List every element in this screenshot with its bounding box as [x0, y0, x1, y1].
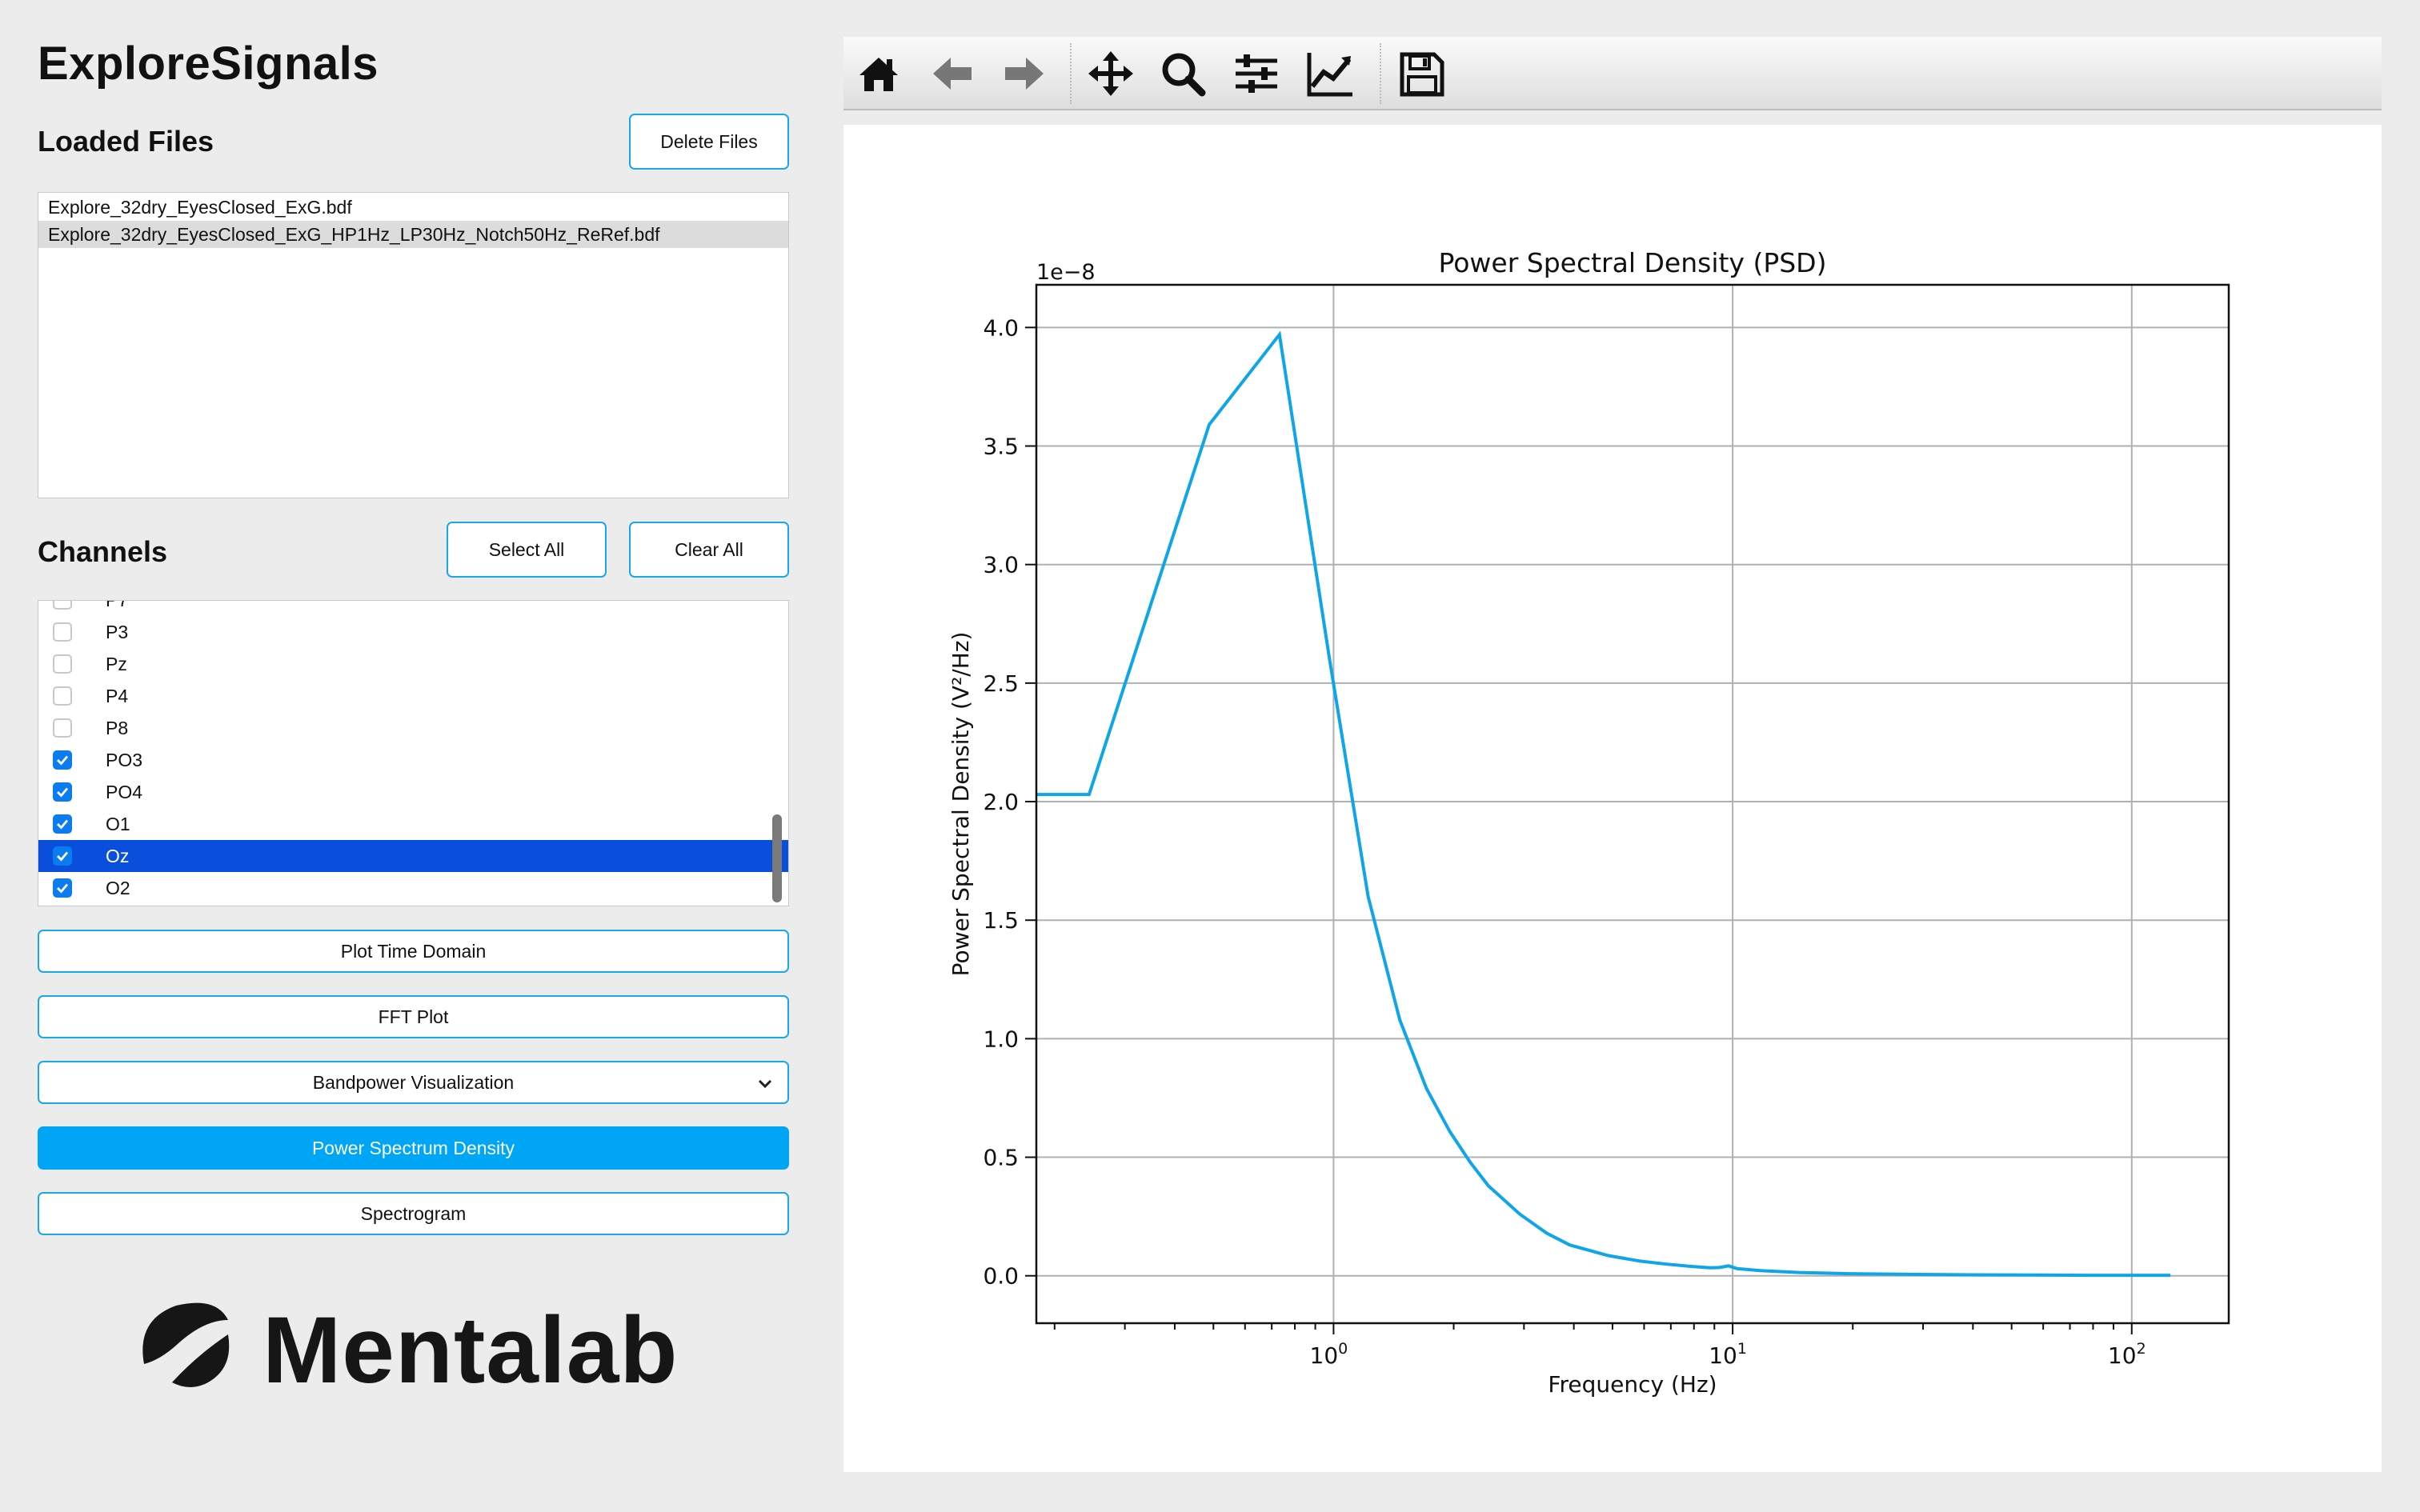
x-tick-exponent: 1	[1737, 1340, 1747, 1358]
pan-icon[interactable]	[1085, 48, 1136, 99]
x-axis-label: Frequency (Hz)	[1548, 1371, 1717, 1398]
forward-icon[interactable]	[999, 48, 1050, 99]
delete-files-button[interactable]: Delete Files	[629, 114, 789, 170]
app-title: ExploreSignals	[38, 38, 379, 90]
y-tick-label: 3.0	[983, 552, 1019, 578]
x-tick-exponent: 2	[2137, 1340, 2146, 1358]
checkbox-unchecked[interactable]	[53, 601, 72, 610]
channel-label: O2	[106, 877, 130, 898]
channel-list-scrollbar[interactable]	[772, 814, 782, 902]
file-list-item[interactable]: Explore_32dry_EyesClosed_ExG.bdf	[38, 194, 788, 221]
y-tick-label: 4.0	[983, 314, 1019, 341]
x-tick-label: 100	[1310, 1340, 1348, 1369]
channel-label: P7	[106, 601, 128, 611]
fft-plot-button[interactable]: FFT Plot	[38, 995, 789, 1038]
file-list-item[interactable]: Explore_32dry_EyesClosed_ExG_HP1Hz_LP30H…	[38, 221, 788, 248]
mentalab-logo-text: Mentalab	[262, 1298, 679, 1403]
channel-item[interactable]: PO3	[38, 744, 788, 776]
channel-item[interactable]: P4	[38, 680, 788, 712]
psd-series-line	[1036, 330, 2171, 1278]
psd-chart: Power Spectral Density (PSD) 1e−8 Freque…	[948, 247, 2230, 1398]
plot-time-domain-button[interactable]: Plot Time Domain	[38, 930, 789, 973]
checkbox-checked[interactable]	[53, 878, 72, 898]
y-tick-label: 2.5	[983, 670, 1019, 697]
checkbox-checked[interactable]	[53, 814, 72, 834]
file-list[interactable]: Explore_32dry_EyesClosed_ExG.bdf Explore_…	[38, 192, 789, 498]
edit-axis-icon[interactable]	[1304, 48, 1356, 99]
checkbox-unchecked[interactable]	[53, 686, 72, 706]
spectrogram-button[interactable]: Spectrogram	[38, 1192, 789, 1235]
configure-subplots-icon[interactable]	[1231, 48, 1282, 99]
zoom-icon[interactable]	[1157, 48, 1208, 99]
channel-label: P8	[106, 717, 129, 738]
y-offset-label: 1e−8	[1036, 260, 1096, 285]
channel-item[interactable]: Oz	[38, 840, 788, 872]
plot-toolbar	[843, 37, 2382, 110]
channel-item[interactable]: O1	[38, 808, 788, 840]
channel-label: PO4	[106, 781, 143, 802]
channel-label: P4	[106, 685, 129, 706]
y-tick-label: 3.5	[983, 434, 1019, 460]
clear-all-button[interactable]: Clear All	[629, 522, 789, 578]
channel-item[interactable]: P3	[38, 616, 788, 648]
channels-title: Channels	[38, 535, 168, 568]
x-tick-label: 102	[2108, 1340, 2146, 1369]
y-tick-label: 1.5	[983, 907, 1019, 934]
x-tick-exponent: 0	[1338, 1340, 1348, 1358]
toolbar-separator	[1380, 43, 1381, 104]
checkbox-unchecked[interactable]	[53, 654, 72, 674]
checkbox-unchecked[interactable]	[53, 718, 72, 738]
loaded-files-title: Loaded Files	[38, 125, 214, 158]
channel-label: PO3	[106, 749, 143, 770]
chart-grid	[1036, 285, 2229, 1323]
x-tick-label: 101	[1709, 1340, 1747, 1369]
mentalab-logo: Mentalab	[128, 1288, 704, 1403]
channel-item[interactable]: P7	[38, 601, 788, 616]
bandpower-dropdown[interactable]: Bandpower Visualization	[38, 1061, 789, 1104]
channel-item[interactable]: P8	[38, 712, 788, 744]
y-tick-label: 2.0	[983, 789, 1019, 815]
checkbox-unchecked[interactable]	[53, 622, 72, 642]
plot-canvas[interactable]: Power Spectral Density (PSD) 1e−8 Freque…	[843, 125, 2382, 1472]
channel-item[interactable]: PO4	[38, 776, 788, 808]
chart-title: Power Spectral Density (PSD)	[1439, 247, 1827, 278]
y-tick-label: 1.0	[983, 1026, 1019, 1052]
checkbox-checked[interactable]	[53, 782, 72, 802]
bandpower-dropdown-label: Bandpower Visualization	[312, 1071, 515, 1093]
save-icon[interactable]	[1396, 48, 1447, 99]
channel-label: Pz	[106, 653, 127, 674]
back-icon[interactable]	[927, 48, 978, 99]
channel-item[interactable]: Pz	[38, 648, 788, 680]
checkbox-checked[interactable]	[53, 750, 72, 770]
y-tick-label: 0.0	[983, 1263, 1019, 1290]
channel-item[interactable]: O2	[38, 872, 788, 904]
mentalab-logo-icon	[142, 1302, 230, 1387]
channel-label: Oz	[106, 845, 130, 866]
toolbar-separator	[1070, 43, 1072, 104]
y-axis-label: Power Spectral Density (V²/Hz)	[948, 632, 974, 977]
checkbox-checked[interactable]	[53, 846, 72, 866]
home-icon[interactable]	[853, 48, 904, 99]
chart-frame	[1035, 283, 2230, 1325]
channel-label: O1	[106, 813, 130, 834]
y-tick-label: 0.5	[983, 1145, 1019, 1171]
channel-list[interactable]: P7 P3 Pz P4 P8 PO3 PO4 O1 Oz O2	[38, 600, 789, 906]
select-all-button[interactable]: Select All	[447, 522, 607, 578]
power-spectrum-density-button[interactable]: Power Spectrum Density	[38, 1126, 789, 1170]
chevron-down-icon	[755, 1074, 775, 1093]
channel-label: P3	[106, 621, 129, 642]
